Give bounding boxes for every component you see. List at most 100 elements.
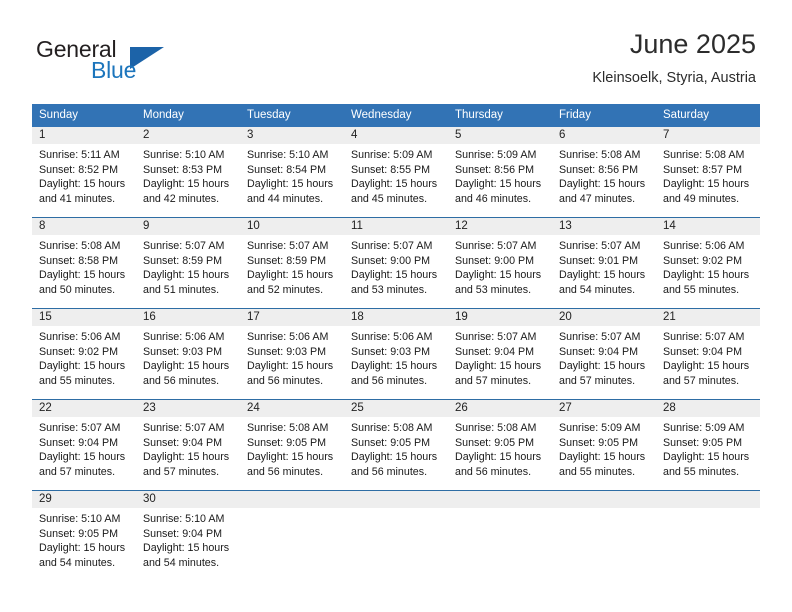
calendar-day-cell[interactable]: 22 Sunrise: 5:07 AM Sunset: 9:04 PM Dayl… [32, 399, 136, 491]
sunrise-text: Sunrise: 5:08 AM [559, 149, 641, 161]
calendar-day-cell[interactable]: 15 Sunrise: 5:06 AM Sunset: 9:02 PM Dayl… [32, 308, 136, 400]
daylight-line1: Daylight: 15 hours [559, 360, 646, 373]
day-details: Sunrise: 5:10 AM Sunset: 8:54 PM Dayligh… [240, 144, 344, 206]
calendar-day-cell[interactable]: 9 Sunrise: 5:07 AM Sunset: 8:59 PM Dayli… [136, 217, 240, 309]
daylight-line2: and 57 minutes. [39, 465, 116, 478]
calendar-day-cell[interactable]: 26 Sunrise: 5:08 AM Sunset: 9:05 PM Dayl… [448, 399, 552, 491]
day-details [240, 508, 344, 512]
daylight-line1: Daylight: 15 hours [143, 178, 230, 191]
daylight-line1: Daylight: 15 hours [39, 451, 126, 464]
calendar-day-cell[interactable]: 21 Sunrise: 5:07 AM Sunset: 9:04 PM Dayl… [656, 308, 760, 400]
calendar-day-cell-empty [240, 490, 344, 581]
daylight-line1: Daylight: 15 hours [39, 269, 126, 282]
calendar-day-cell[interactable]: 30 Sunrise: 5:10 AM Sunset: 9:04 PM Dayl… [136, 490, 240, 581]
calendar-day-cell[interactable]: 8 Sunrise: 5:08 AM Sunset: 8:58 PM Dayli… [32, 217, 136, 309]
weekday-header-friday: Friday [552, 104, 656, 127]
day-details: Sunrise: 5:07 AM Sunset: 8:59 PM Dayligh… [240, 235, 344, 297]
day-details: Sunrise: 5:07 AM Sunset: 9:00 PM Dayligh… [344, 235, 448, 297]
sunrise-text: Sunrise: 5:06 AM [351, 331, 433, 343]
calendar-day-cell-empty [344, 490, 448, 581]
daylight-line2: and 56 minutes. [247, 374, 324, 387]
calendar-day-cell[interactable]: 14 Sunrise: 5:06 AM Sunset: 9:02 PM Dayl… [656, 217, 760, 309]
sunset-text: Sunset: 8:52 PM [39, 163, 119, 176]
calendar-day-cell[interactable]: 7 Sunrise: 5:08 AM Sunset: 8:57 PM Dayli… [656, 127, 760, 218]
sunset-text: Sunset: 9:05 PM [39, 527, 119, 540]
sunrise-text: Sunrise: 5:06 AM [39, 331, 121, 343]
sunset-text: Sunset: 9:03 PM [247, 345, 327, 358]
daylight-line2: and 46 minutes. [455, 192, 532, 205]
calendar-day-cell[interactable]: 13 Sunrise: 5:07 AM Sunset: 9:01 PM Dayl… [552, 217, 656, 309]
day-number: 8 [32, 218, 136, 235]
daylight-line1: Daylight: 15 hours [247, 451, 334, 464]
calendar-week-row: 15 Sunrise: 5:06 AM Sunset: 9:02 PM Dayl… [32, 308, 760, 400]
daylight-line2: and 56 minutes. [455, 465, 532, 478]
day-number: 7 [656, 127, 760, 144]
sunset-text: Sunset: 9:05 PM [247, 436, 327, 449]
day-details: Sunrise: 5:07 AM Sunset: 9:04 PM Dayligh… [136, 417, 240, 479]
daylight-line1: Daylight: 15 hours [39, 360, 126, 373]
calendar-day-cell[interactable]: 10 Sunrise: 5:07 AM Sunset: 8:59 PM Dayl… [240, 217, 344, 309]
sunrise-text: Sunrise: 5:06 AM [143, 331, 225, 343]
location-subtitle: Kleinsoelk, Styria, Austria [592, 70, 756, 86]
calendar-day-cell[interactable]: 4 Sunrise: 5:09 AM Sunset: 8:55 PM Dayli… [344, 127, 448, 218]
sunset-text: Sunset: 8:58 PM [39, 254, 119, 267]
sunrise-text: Sunrise: 5:07 AM [351, 240, 433, 252]
calendar-day-cell[interactable]: 6 Sunrise: 5:08 AM Sunset: 8:56 PM Dayli… [552, 127, 656, 218]
sunrise-text: Sunrise: 5:10 AM [143, 513, 225, 525]
daylight-line2: and 50 minutes. [39, 283, 116, 296]
day-details [656, 508, 760, 512]
calendar-day-cell[interactable]: 29 Sunrise: 5:10 AM Sunset: 9:05 PM Dayl… [32, 490, 136, 581]
daylight-line1: Daylight: 15 hours [351, 451, 438, 464]
calendar-day-cell[interactable]: 11 Sunrise: 5:07 AM Sunset: 9:00 PM Dayl… [344, 217, 448, 309]
sunrise-text: Sunrise: 5:07 AM [247, 240, 329, 252]
daylight-line1: Daylight: 15 hours [455, 451, 542, 464]
sunset-text: Sunset: 8:55 PM [351, 163, 431, 176]
calendar-week-row: 29 Sunrise: 5:10 AM Sunset: 9:05 PM Dayl… [32, 490, 760, 581]
calendar-day-cell[interactable]: 16 Sunrise: 5:06 AM Sunset: 9:03 PM Dayl… [136, 308, 240, 400]
daylight-line2: and 49 minutes. [663, 192, 740, 205]
day-number: 27 [552, 400, 656, 417]
calendar-day-cell[interactable]: 27 Sunrise: 5:09 AM Sunset: 9:05 PM Dayl… [552, 399, 656, 491]
day-details: Sunrise: 5:08 AM Sunset: 8:58 PM Dayligh… [32, 235, 136, 297]
sunset-text: Sunset: 9:04 PM [143, 436, 223, 449]
daylight-line2: and 56 minutes. [247, 465, 324, 478]
calendar-day-cell[interactable]: 18 Sunrise: 5:06 AM Sunset: 9:03 PM Dayl… [344, 308, 448, 400]
calendar-day-cell[interactable]: 28 Sunrise: 5:09 AM Sunset: 9:05 PM Dayl… [656, 399, 760, 491]
sunrise-text: Sunrise: 5:08 AM [663, 149, 745, 161]
daylight-line2: and 56 minutes. [143, 374, 220, 387]
sunrise-text: Sunrise: 5:09 AM [455, 149, 537, 161]
sunset-text: Sunset: 9:05 PM [455, 436, 535, 449]
calendar-day-cell[interactable]: 2 Sunrise: 5:10 AM Sunset: 8:53 PM Dayli… [136, 127, 240, 218]
calendar-day-cell[interactable]: 5 Sunrise: 5:09 AM Sunset: 8:56 PM Dayli… [448, 127, 552, 218]
page-header: General Blue June 2025 Kleinsoelk, Styri… [0, 0, 792, 100]
day-number: 4 [344, 127, 448, 144]
daylight-line2: and 55 minutes. [663, 283, 740, 296]
calendar-day-cell[interactable]: 3 Sunrise: 5:10 AM Sunset: 8:54 PM Dayli… [240, 127, 344, 218]
sunset-text: Sunset: 9:05 PM [351, 436, 431, 449]
sunset-text: Sunset: 9:03 PM [351, 345, 431, 358]
day-number: 6 [552, 127, 656, 144]
calendar-day-cell[interactable]: 12 Sunrise: 5:07 AM Sunset: 9:00 PM Dayl… [448, 217, 552, 309]
daylight-line2: and 57 minutes. [455, 374, 532, 387]
calendar-day-cell[interactable]: 1 Sunrise: 5:11 AM Sunset: 8:52 PM Dayli… [32, 127, 136, 218]
daylight-line1: Daylight: 15 hours [663, 178, 750, 191]
sunset-text: Sunset: 9:04 PM [455, 345, 535, 358]
day-details [552, 508, 656, 512]
day-number: 9 [136, 218, 240, 235]
weekday-header-thursday: Thursday [448, 104, 552, 127]
day-details: Sunrise: 5:07 AM Sunset: 9:04 PM Dayligh… [448, 326, 552, 388]
weekday-header-monday: Monday [136, 104, 240, 127]
day-number: 26 [448, 400, 552, 417]
sunrise-text: Sunrise: 5:07 AM [455, 240, 537, 252]
calendar-day-cell[interactable]: 17 Sunrise: 5:06 AM Sunset: 9:03 PM Dayl… [240, 308, 344, 400]
calendar-day-cell[interactable]: 23 Sunrise: 5:07 AM Sunset: 9:04 PM Dayl… [136, 399, 240, 491]
day-details: Sunrise: 5:09 AM Sunset: 8:55 PM Dayligh… [344, 144, 448, 206]
calendar-day-cell[interactable]: 25 Sunrise: 5:08 AM Sunset: 9:05 PM Dayl… [344, 399, 448, 491]
calendar-day-cell[interactable]: 19 Sunrise: 5:07 AM Sunset: 9:04 PM Dayl… [448, 308, 552, 400]
day-number: 10 [240, 218, 344, 235]
sunrise-text: Sunrise: 5:07 AM [39, 422, 121, 434]
day-number: 1 [32, 127, 136, 144]
calendar-day-cell[interactable]: 20 Sunrise: 5:07 AM Sunset: 9:04 PM Dayl… [552, 308, 656, 400]
day-details: Sunrise: 5:07 AM Sunset: 9:00 PM Dayligh… [448, 235, 552, 297]
calendar-day-cell[interactable]: 24 Sunrise: 5:08 AM Sunset: 9:05 PM Dayl… [240, 399, 344, 491]
